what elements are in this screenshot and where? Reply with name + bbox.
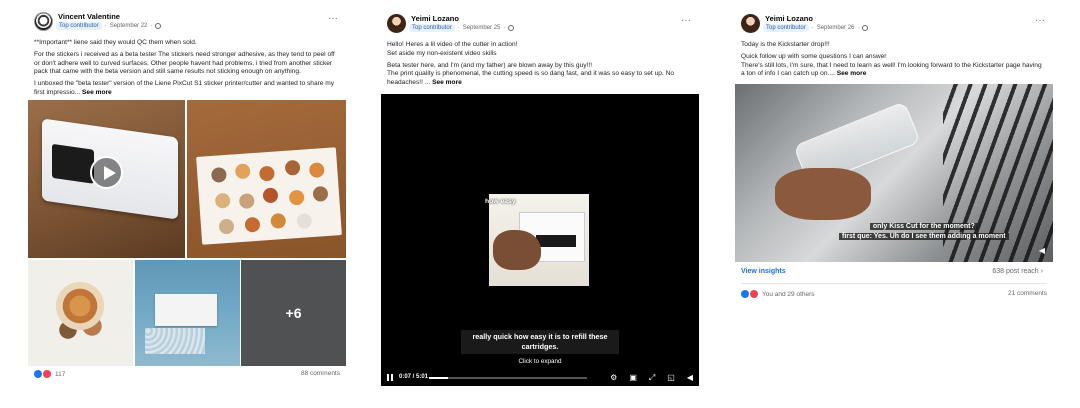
video-player[interactable]: how easy really quick how easy it is to …: [381, 94, 699, 386]
post-paragraph: For the stickers i received as a beta te…: [34, 50, 335, 76]
volume-icon[interactable]: ◀: [1039, 246, 1045, 255]
post-date[interactable]: September 22: [110, 23, 148, 29]
photo-grid: +6: [28, 100, 346, 366]
globe-icon: [155, 23, 162, 29]
love-icon: [43, 370, 51, 378]
post-date[interactable]: September 26: [817, 25, 855, 31]
see-more-link[interactable]: See more: [432, 79, 462, 86]
video-player[interactable]: only Kiss Cut for the moment? first que:…: [735, 84, 1053, 262]
more-options-icon[interactable]: ···: [681, 15, 691, 26]
author-name[interactable]: Yeimi Lozano: [765, 14, 813, 23]
video-frame: [489, 194, 589, 286]
divider: [741, 283, 1047, 284]
post-meta: Top contributor · September 22 ·: [56, 22, 162, 30]
video-controls: 0:07 / 5:01 ⚙ ▣ ⤢ ◱ ◀: [381, 372, 699, 384]
hand-image: [775, 168, 871, 220]
sticker-sheet-image: [196, 147, 342, 245]
feed: Vincent Valentine Top contributor · Sept…: [0, 0, 1080, 408]
post-text: Hello! Heres a lil video of the cutter i…: [381, 38, 699, 88]
see-more-link[interactable]: See more: [837, 70, 867, 77]
video-inset-caption: how easy: [485, 198, 516, 205]
video-caption: really quick how easy it is to refill th…: [461, 330, 619, 354]
post-meta: Top contributor · September 25 ·: [409, 24, 515, 32]
post-paragraph: Beta tester here, and I'm (and my father…: [387, 61, 674, 87]
love-icon: [750, 290, 758, 298]
post-card: Vincent Valentine Top contributor · Sept…: [28, 8, 346, 388]
play-icon[interactable]: [90, 156, 123, 189]
post-card: Yeimi Lozano Top contributor · September…: [381, 10, 699, 388]
post-paragraph: Quick follow up with some questions I ca…: [741, 52, 1042, 78]
click-to-expand[interactable]: Click to expand: [381, 358, 699, 365]
post-text: Today is the Kickstarter drop!!! Quick f…: [735, 38, 1053, 79]
avatar[interactable]: [387, 14, 406, 33]
gear-icon[interactable]: ⚙: [610, 373, 617, 383]
reactions-count: 117: [55, 370, 66, 378]
more-photos-count[interactable]: +6: [241, 260, 346, 366]
cc-icon[interactable]: ▣: [629, 373, 637, 383]
author-name[interactable]: Vincent Valentine: [58, 12, 120, 21]
avatar[interactable]: [34, 12, 53, 31]
post-header: Vincent Valentine Top contributor · Sept…: [28, 8, 346, 36]
video-progress-fill: [429, 377, 448, 379]
post-paragraph: **Important** liene said they would QC t…: [34, 39, 197, 46]
floral-image: [50, 274, 110, 354]
post-meta: Top contributor · September 26 ·: [763, 24, 869, 32]
photo-box[interactable]: [135, 260, 240, 366]
video-thumbnail[interactable]: [28, 100, 185, 258]
globe-icon: [508, 25, 515, 31]
see-more-link[interactable]: See more: [82, 89, 112, 96]
volume-icon[interactable]: ◀: [687, 373, 693, 383]
bubble-wrap-image: [145, 328, 205, 354]
globe-icon: [862, 25, 869, 31]
avatar[interactable]: [741, 14, 760, 33]
post-text: **Important** liene said they would QC t…: [28, 36, 346, 98]
post-reach[interactable]: 638 post reach ›: [992, 268, 1043, 275]
post-header: Yeimi Lozano Top contributor · September…: [735, 10, 1053, 38]
video-time: 0:07 / 5:01: [399, 374, 429, 380]
top-contributor-badge: Top contributor: [56, 22, 102, 30]
photo-floral[interactable]: [28, 260, 133, 366]
comments-count[interactable]: 88 comments: [301, 370, 340, 377]
post-header: Yeimi Lozano Top contributor · September…: [381, 10, 699, 38]
video-control-icons: ⚙ ▣ ⤢ ◱ ◀: [610, 373, 693, 383]
top-contributor-badge: Top contributor: [763, 24, 809, 32]
reactions[interactable]: You and 29 others: [741, 290, 815, 298]
like-icon: [34, 370, 42, 378]
pip-icon[interactable]: ◱: [667, 373, 675, 383]
photo-stickers[interactable]: [187, 100, 346, 258]
top-contributor-badge: Top contributor: [409, 24, 455, 32]
like-icon: [741, 290, 749, 298]
author-name[interactable]: Yeimi Lozano: [411, 14, 459, 23]
more-options-icon[interactable]: ···: [328, 13, 338, 24]
reactions-text: You and 29 others: [762, 290, 815, 298]
post-paragraph: Today is the Kickstarter drop!!!: [741, 41, 830, 48]
view-insights-link[interactable]: View insights: [741, 268, 786, 275]
video-caption: only Kiss Cut for the moment? first que:…: [839, 222, 1009, 242]
post-card: Yeimi Lozano Top contributor · September…: [735, 10, 1053, 310]
box-image: [155, 294, 217, 326]
post-footer: 117 88 comments: [34, 370, 340, 382]
pause-icon[interactable]: [387, 374, 393, 381]
post-paragraph: Hello! Heres a lil video of the cutter i…: [387, 41, 518, 57]
post-paragraph: I unboxed the "beta tester" version of t…: [34, 80, 335, 96]
post-date[interactable]: September 25: [463, 25, 501, 31]
comments-count[interactable]: 21 comments: [1008, 290, 1047, 297]
post-footer: You and 29 others 21 comments: [741, 290, 1047, 302]
reactions[interactable]: 117: [34, 370, 65, 378]
more-options-icon[interactable]: ···: [1035, 15, 1045, 26]
photo-more[interactable]: +6: [241, 260, 346, 366]
video-progress-bar[interactable]: [429, 377, 587, 379]
chevron-right-icon: ›: [1040, 268, 1043, 275]
fullscreen-icon[interactable]: ⤢: [649, 373, 655, 383]
